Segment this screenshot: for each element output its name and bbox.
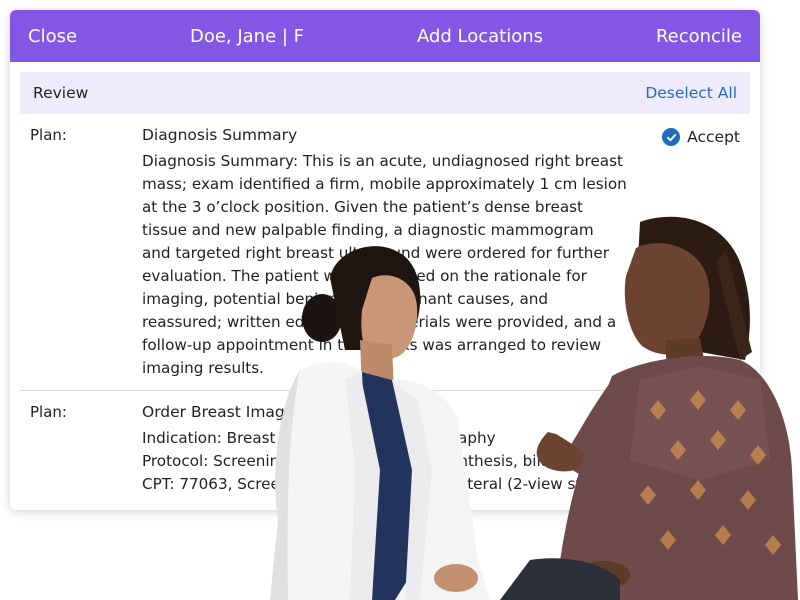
plan-line: Protocol: Screening Digital Breast Tomos…	[142, 452, 586, 470]
add-locations-button[interactable]: Add Locations	[417, 26, 543, 47]
plan-item: Plan: Order Breast Imaging Indication: B…	[20, 391, 750, 506]
plan-line: CPT: 77063, Screening Tomosynthesis, Bil…	[142, 475, 616, 493]
plan-list: Plan: Diagnosis Summary Diagnosis Summar…	[20, 114, 750, 506]
accept-label: Accept	[687, 128, 740, 146]
plan-body: Diagnosis Summary Diagnosis Summary: Thi…	[142, 124, 632, 380]
plan-line: Diagnosis Summary: This is an acute, und…	[142, 152, 623, 170]
close-button[interactable]: Close	[28, 26, 77, 47]
plan-line: imaging results.	[142, 359, 264, 377]
plan-line: evaluation. The patient was counseled on…	[142, 267, 587, 285]
plan-line: tissue and new palpable finding, a diagn…	[142, 221, 594, 239]
plan-title: Order Breast Imaging	[142, 403, 309, 421]
check-circle-icon	[662, 128, 681, 146]
review-header: Review Deselect All	[20, 72, 750, 114]
top-toolbar: Close Doe, Jane | F Add Locations Reconc…	[10, 10, 760, 62]
plan-line: at the 3 o’clock position. Given the pat…	[142, 198, 584, 216]
plan-description: Diagnosis Summary: This is an acute, und…	[142, 150, 632, 380]
plan-title: Diagnosis Summary	[142, 126, 298, 144]
plan-label: Plan:	[30, 126, 67, 144]
plan-line: mass; exam identified a firm, mobile app…	[142, 175, 627, 193]
plan-line: imaging, potential benign and malignant …	[142, 290, 549, 308]
plan-line: Indication: Breast Screening — Mammograp…	[142, 429, 496, 447]
reconcile-button[interactable]: Reconcile	[656, 26, 742, 47]
reconcile-panel: Close Doe, Jane | F Add Locations Reconc…	[10, 10, 760, 510]
plan-line: and targeted right breast ultrasound wer…	[142, 244, 609, 262]
review-title: Review	[33, 84, 89, 102]
accept-toggle[interactable]: Accept	[662, 128, 740, 146]
plan-description: Indication: Breast Screening — Mammograp…	[142, 427, 632, 496]
plan-line: reassured; written educational materials…	[142, 313, 617, 331]
plan-label: Plan:	[30, 403, 67, 421]
deselect-all-link[interactable]: Deselect All	[645, 84, 737, 102]
plan-body: Order Breast Imaging Indication: Breast …	[142, 401, 632, 496]
stage: Close Doe, Jane | F Add Locations Reconc…	[0, 0, 800, 600]
plan-line: follow-up appointment in two weeks was a…	[142, 336, 602, 354]
plan-item: Plan: Diagnosis Summary Diagnosis Summar…	[20, 114, 750, 391]
patient-name: Doe, Jane | F	[189, 25, 305, 47]
